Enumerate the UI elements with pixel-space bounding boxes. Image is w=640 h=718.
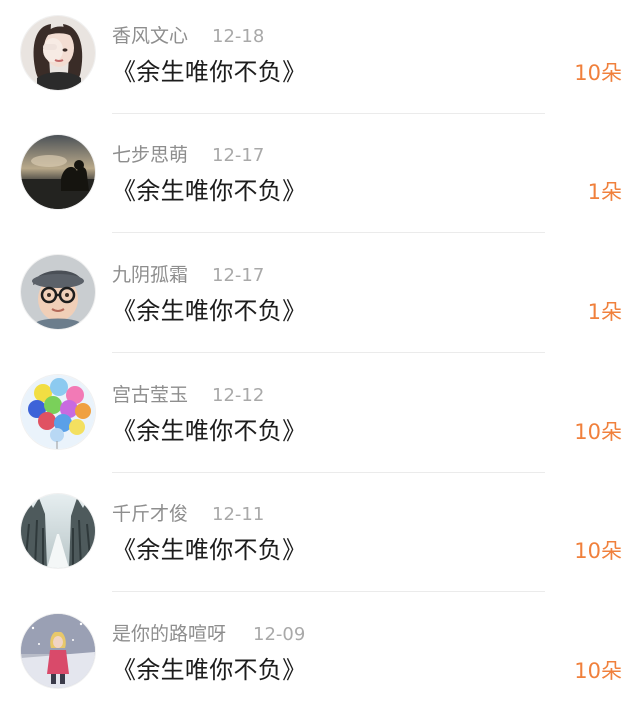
gift-date: 12-17 <box>212 265 265 286</box>
sender-name[interactable]: 千斤才俊 <box>112 502 188 526</box>
sender-name[interactable]: 九阴孤霜 <box>112 263 188 287</box>
work-title[interactable]: 《余生唯你不负》 <box>112 56 306 88</box>
work-title[interactable]: 《余生唯你不负》 <box>112 534 306 566</box>
flower-count: 1朵 <box>587 300 622 324</box>
sender-name[interactable]: 宫古莹玉 <box>112 383 188 407</box>
list-item[interactable]: 千斤才俊 12-11 《余生唯你不负》 10朵 <box>0 478 640 598</box>
list-item[interactable]: 宫古莹玉 12-12 《余生唯你不负》 10朵 <box>0 359 640 479</box>
flower-count: 10朵 <box>574 659 622 683</box>
list-item[interactable]: 香风文心 12-18 《余生唯你不负》 10朵 <box>0 0 640 120</box>
flower-count: 10朵 <box>574 61 622 85</box>
list-item[interactable]: 七步思萌 12-17 《余生唯你不负》 1朵 <box>0 119 640 239</box>
row-divider <box>112 352 545 353</box>
work-title[interactable]: 《余生唯你不负》 <box>112 654 306 686</box>
flower-count: 10朵 <box>574 420 622 444</box>
balloons-avatar[interactable] <box>21 375 95 449</box>
gift-date: 12-09 <box>253 624 306 645</box>
dusk-landscape-avatar[interactable] <box>21 135 95 209</box>
gift-date: 12-17 <box>212 145 265 166</box>
child-with-glasses-avatar[interactable] <box>21 255 95 329</box>
work-title[interactable]: 《余生唯你不负》 <box>112 415 306 447</box>
gift-date: 12-11 <box>212 504 265 525</box>
sender-name[interactable]: 七步思萌 <box>112 143 188 167</box>
flower-count: 1朵 <box>587 180 622 204</box>
gift-date: 12-18 <box>212 26 265 47</box>
work-title[interactable]: 《余生唯你不负》 <box>112 295 306 327</box>
work-title[interactable]: 《余生唯你不负》 <box>112 175 306 207</box>
snowy-forest-avatar[interactable] <box>21 494 95 568</box>
row-divider <box>112 591 545 592</box>
list-item[interactable]: 是你的路喧呀 12-09 《余生唯你不负》 10朵 <box>0 598 640 718</box>
row-divider <box>112 472 545 473</box>
gift-date: 12-12 <box>212 385 265 406</box>
row-divider <box>112 113 545 114</box>
row-divider <box>112 232 545 233</box>
girl-in-snow-avatar[interactable] <box>21 614 95 688</box>
list-item[interactable]: 九阴孤霜 12-17 《余生唯你不负》 1朵 <box>0 239 640 359</box>
woman-portrait-avatar[interactable] <box>21 16 95 90</box>
gift-record-list: 香风文心 12-18 《余生唯你不负》 10朵 七步思萌 12-17 《余生唯你… <box>0 0 640 708</box>
sender-name[interactable]: 香风文心 <box>112 24 188 48</box>
flower-count: 10朵 <box>574 539 622 563</box>
sender-name[interactable]: 是你的路喧呀 <box>112 622 226 646</box>
